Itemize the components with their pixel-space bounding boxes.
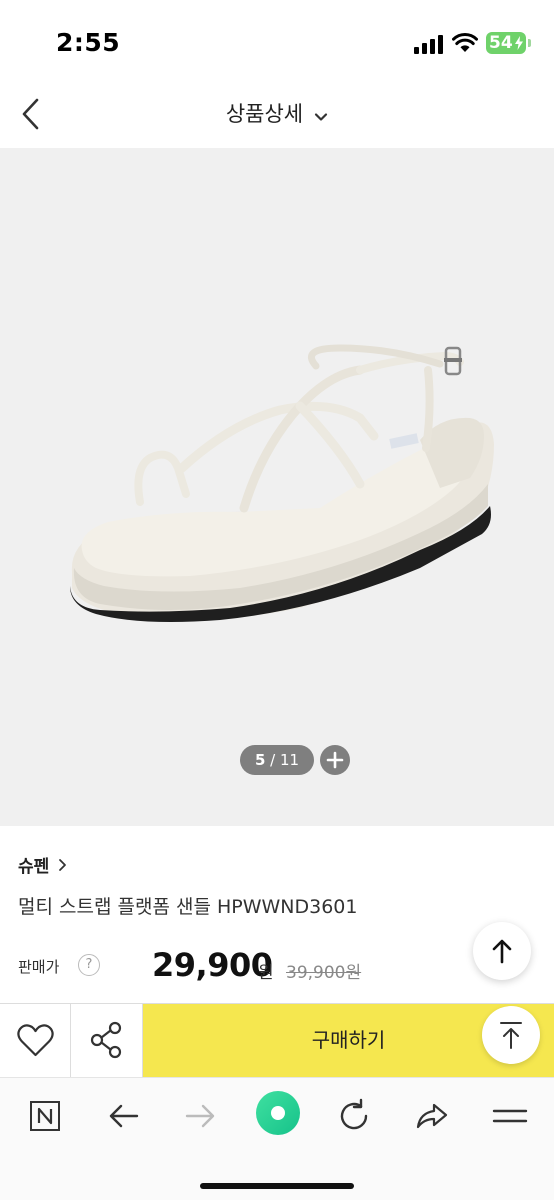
zoom-button[interactable] [320,745,350,775]
plus-icon [326,751,344,769]
sale-price: 29,900 [152,946,273,984]
share-button[interactable] [71,1004,143,1077]
battery-tip [528,39,531,47]
back-to-top-button[interactable] [482,1006,540,1064]
product-name: 멀티 스트랩 플랫폼 샌들 HPWWND3601 [18,896,358,918]
browser-share-button[interactable] [408,1092,456,1140]
brand-name: 슈펜 [18,857,50,877]
charging-bolt-icon [515,36,523,50]
browser-forward-button[interactable] [177,1092,225,1140]
home-indicator [200,1183,354,1189]
browser-green-dot-button[interactable] [253,1088,303,1138]
arrow-left-icon [109,1104,139,1128]
brand-link[interactable]: 슈펜 [18,852,67,877]
image-page-indicator: 5 / 11 [240,745,314,775]
page-title: 상품상세 [225,102,304,126]
original-price: 39,900원 [286,963,362,983]
heart-icon [17,1024,54,1057]
arrow-up-icon [492,939,512,964]
status-time: 2:55 [56,28,121,57]
signal-icon [414,34,444,54]
green-dot-icon [256,1091,300,1135]
page-separator: / [265,751,280,769]
purchase-action-bar: 구매하기 [0,1003,554,1077]
status-bar: 2:55 54 [0,0,554,80]
price-help-icon[interactable]: ? [78,954,100,976]
forward-share-icon [416,1103,448,1129]
chevron-down-icon [315,112,328,121]
browser-menu-button[interactable] [486,1092,534,1140]
page-header: 상품상세 [0,80,554,148]
menu-icon [492,1109,528,1123]
wifi-icon [452,33,478,52]
reload-icon [340,1098,368,1130]
price-unit: 원 [258,963,274,983]
browser-toolbar [0,1077,554,1200]
sandal-product-image [70,344,494,622]
price-row: 판매가 ? 29,900 원 39,900원 % [18,946,548,990]
price-label: 판매가 [18,958,60,976]
arrow-right-icon [185,1104,215,1128]
browser-reload-button[interactable] [330,1092,378,1140]
scroll-top-button[interactable] [473,922,531,980]
chevron-right-icon [59,858,67,871]
arrow-up-to-top-icon [500,1022,522,1049]
n-logo-icon [30,1101,60,1131]
battery-icon: 54 [486,32,526,54]
like-button[interactable] [0,1004,71,1077]
browser-home-button[interactable] [21,1092,69,1140]
title-dropdown[interactable]: 상품상세 [0,98,554,128]
share-icon [90,1021,122,1059]
current-image-index: 5 [254,751,266,769]
product-image-gallery[interactable]: 5 / 11 [0,148,554,826]
total-images: 11 [279,751,300,769]
battery-level: 54 [489,33,513,53]
browser-back-button[interactable] [99,1092,147,1140]
